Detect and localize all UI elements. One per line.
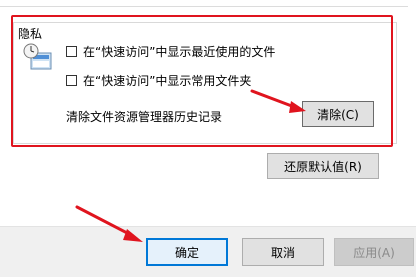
arrow-to-clear-button-icon — [250, 89, 306, 113]
arrow-to-ok-button-icon — [75, 205, 143, 242]
annotation-arrows — [75, 89, 306, 242]
